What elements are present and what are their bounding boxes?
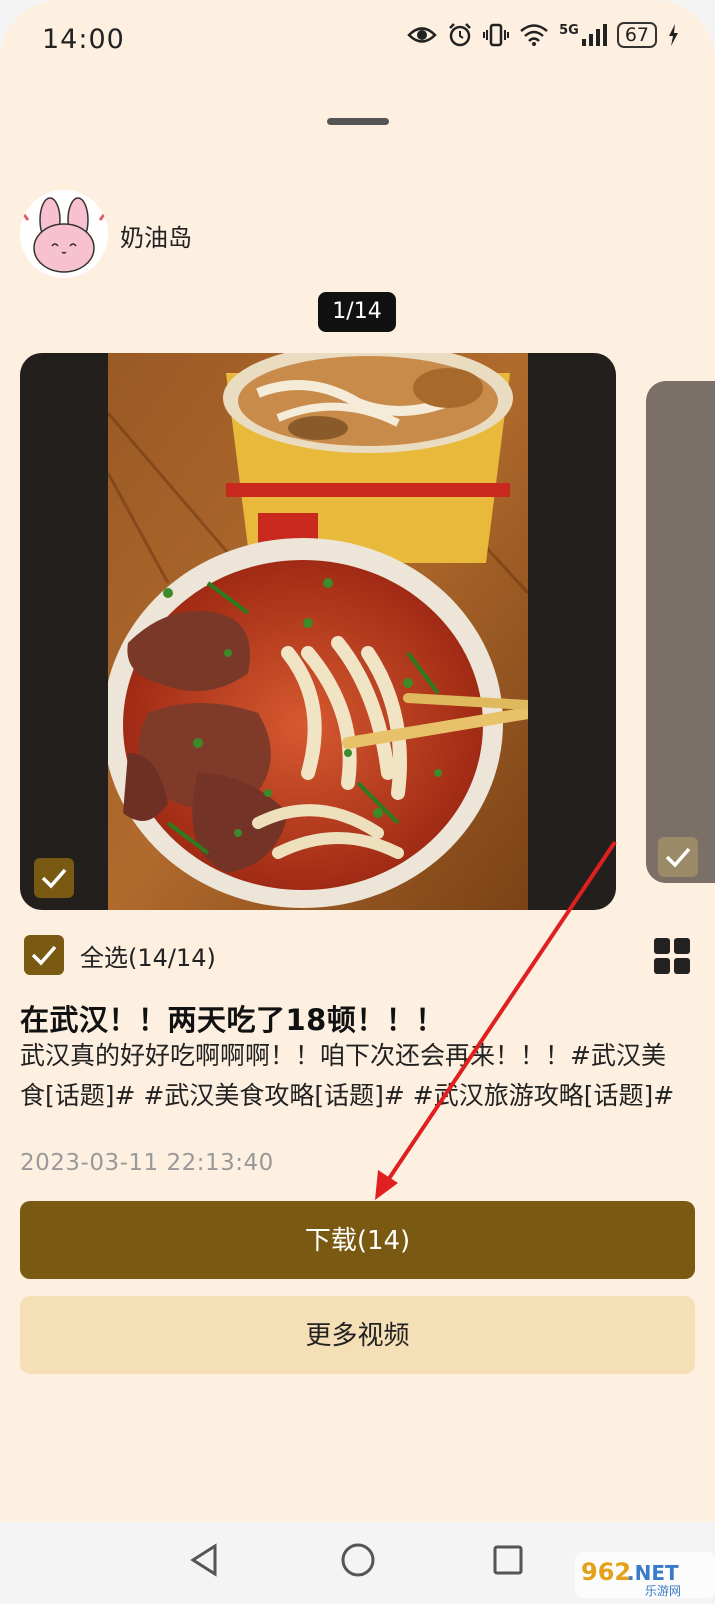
bottom-sheet: 14:00 5G 67 奶油岛 1/14 全选(14/14) 在武汉！！两天吃了… — [0, 0, 715, 1522]
select-all-row[interactable]: 全选(14/14) — [24, 935, 216, 975]
vibrate-icon — [483, 23, 510, 47]
more-videos-button[interactable]: 更多视频 — [20, 1296, 695, 1374]
check-icon — [41, 868, 67, 889]
check-icon — [665, 847, 691, 868]
svg-text:乐游网: 乐游网 — [645, 1584, 681, 1598]
home-icon[interactable] — [336, 1538, 380, 1582]
watermark-logo: 962 .NET 乐游网 — [575, 1548, 715, 1600]
select-all-checkbox[interactable] — [24, 935, 64, 975]
post-title: 在武汉！！两天吃了18顿！！！ — [20, 1003, 445, 1037]
username[interactable]: 奶油岛 — [120, 218, 192, 253]
alarm-icon — [449, 23, 471, 47]
select-all-label: 全选(14/14) — [80, 943, 216, 972]
check-icon — [31, 945, 57, 966]
back-icon[interactable] — [182, 1538, 226, 1582]
next-image-checkbox[interactable] — [658, 837, 698, 877]
svg-text:962: 962 — [581, 1558, 631, 1586]
image-counter: 1/14 — [318, 292, 396, 332]
eye-icon — [407, 27, 437, 43]
post-body: 武汉真的好好吃啊啊啊！！咱下次还会再来！！！#武汉美食[话题]# #武汉美食攻略… — [20, 1041, 675, 1110]
grid-view-icon[interactable] — [654, 938, 690, 974]
download-button[interactable]: 下载(14) — [20, 1201, 695, 1279]
charging-icon — [669, 24, 678, 46]
recents-icon[interactable] — [486, 1538, 530, 1582]
battery-level: 67 — [616, 22, 657, 48]
wifi-icon — [520, 24, 548, 46]
status-icons: 5G 67 — [407, 22, 679, 48]
signal-icon — [581, 24, 607, 46]
status-time: 14:00 — [42, 24, 125, 55]
media-card[interactable] — [20, 353, 616, 910]
post-date: 2023-03-11 22:13:40 — [20, 1150, 274, 1176]
food-photo — [108, 353, 528, 910]
avatar[interactable] — [20, 190, 108, 278]
svg-text:.NET: .NET — [627, 1561, 679, 1585]
battery-icon: 67 — [616, 22, 657, 48]
network-label: 5G — [559, 22, 579, 38]
drag-handle[interactable] — [327, 118, 389, 125]
next-media-card[interactable] — [646, 381, 715, 883]
bunny-avatar-icon — [20, 190, 108, 278]
image-select-checkbox[interactable] — [34, 858, 74, 898]
